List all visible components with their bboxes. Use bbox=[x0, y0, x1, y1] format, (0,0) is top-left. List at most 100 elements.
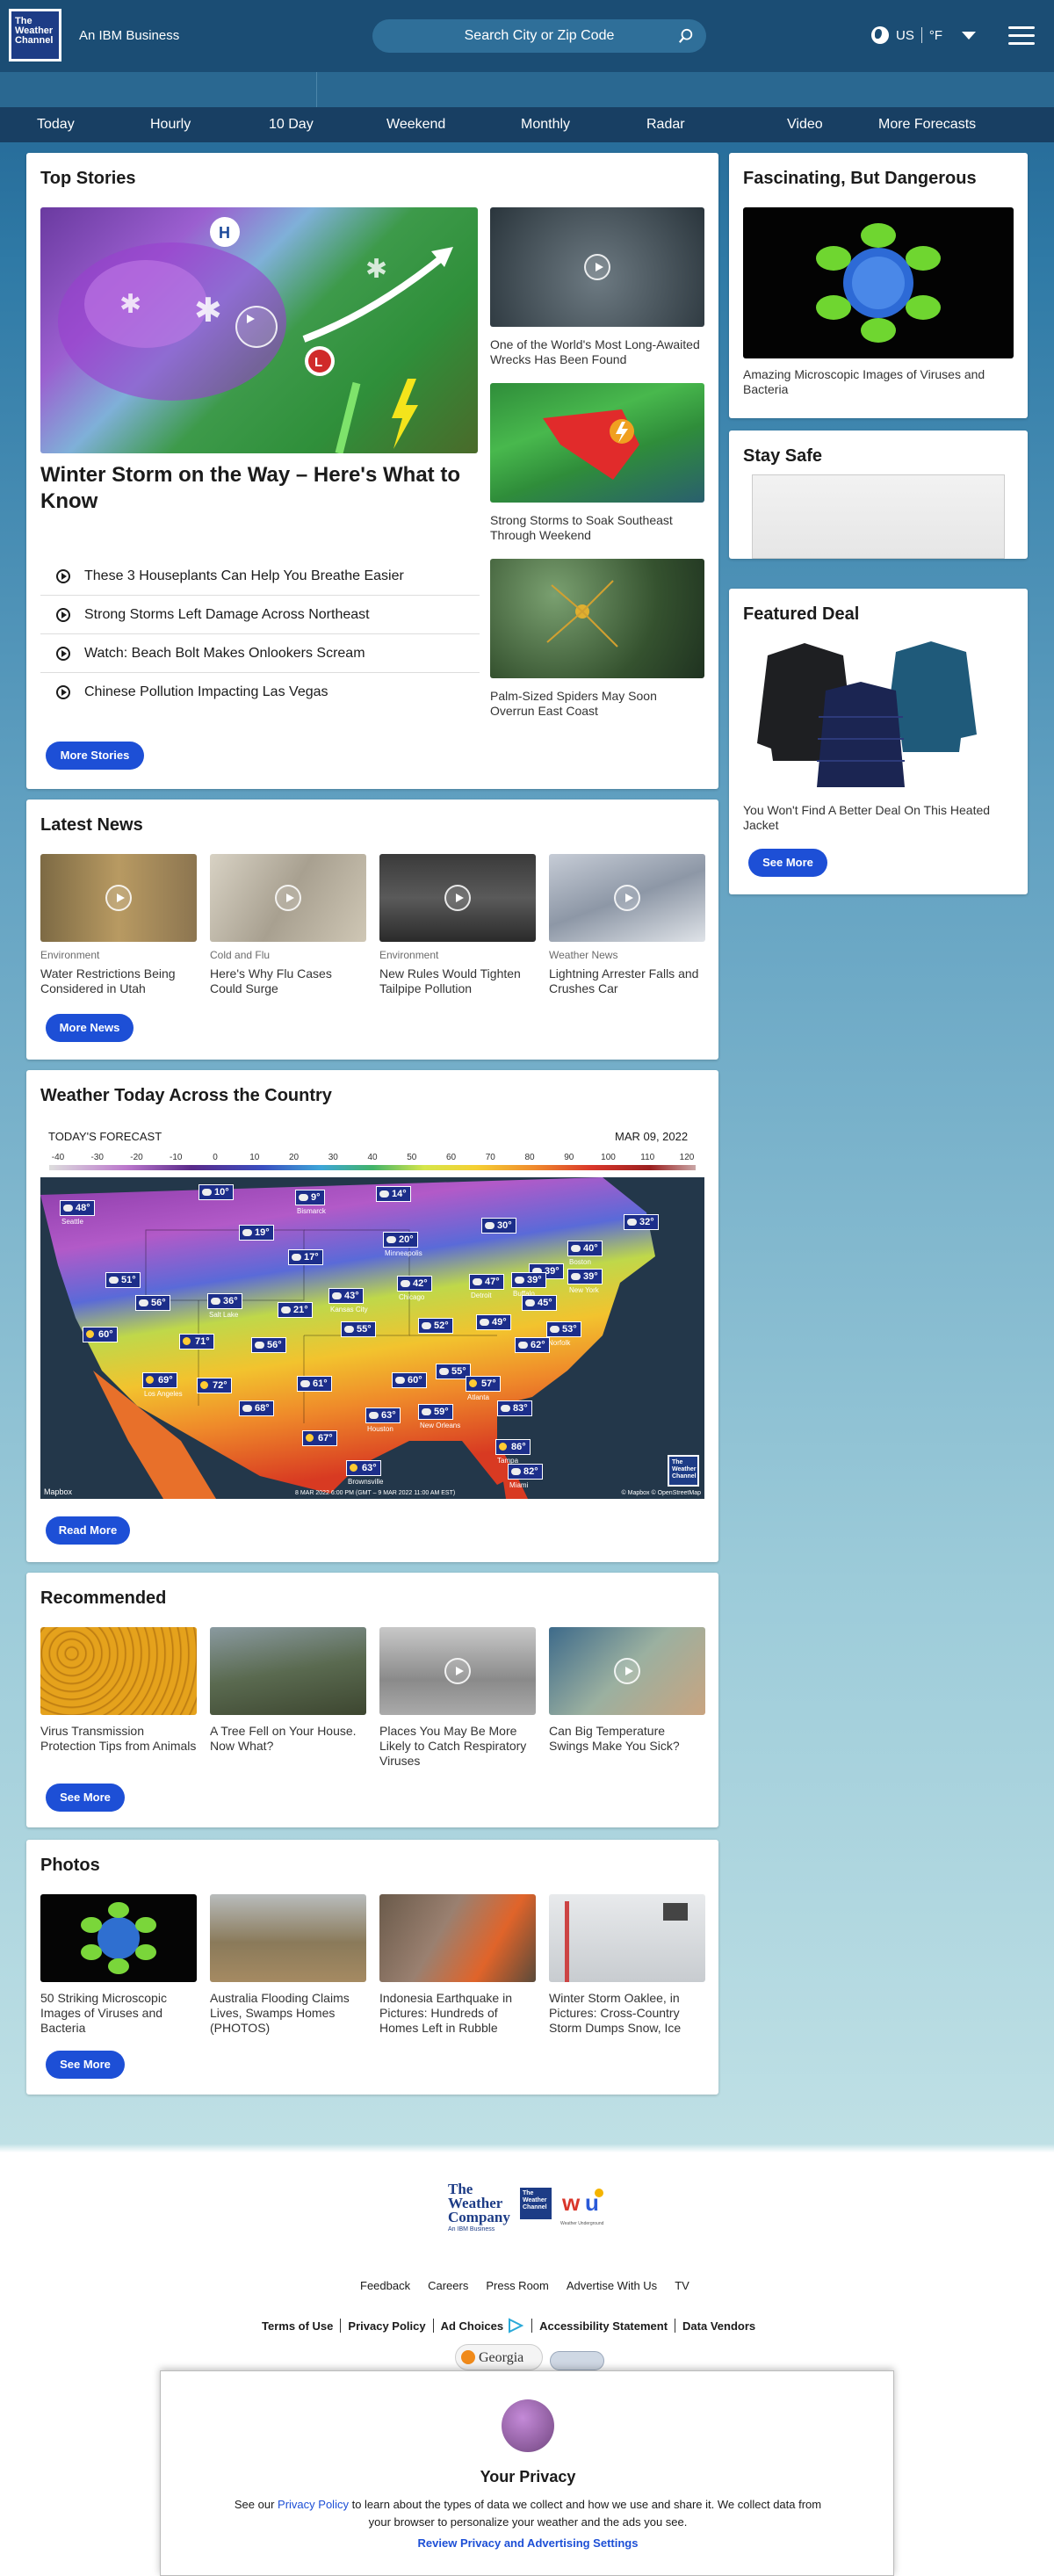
footer-link-ad-choices[interactable]: Ad Choices bbox=[441, 2319, 504, 2333]
weather-underground-logo[interactable]: wu Weather Underground bbox=[560, 2188, 606, 2226]
temperature-marker[interactable]: 56° bbox=[135, 1295, 170, 1311]
temperature-marker[interactable]: 67° bbox=[302, 1430, 337, 1446]
privacy-policy-link[interactable]: Privacy Policy bbox=[278, 2498, 349, 2511]
weather-map[interactable]: 48° Seattle 10° 9° Bismarck 14° 19° 20° Minneapo… bbox=[40, 1177, 704, 1499]
temperature-marker[interactable]: 71° bbox=[179, 1334, 214, 1350]
temperature-marker[interactable]: 9° bbox=[295, 1190, 325, 1205]
side-story-image-wreck[interactable] bbox=[490, 207, 704, 327]
footer-link-advertise[interactable]: Advertise With Us bbox=[567, 2279, 657, 2292]
footer-link-privacy-policy[interactable]: Privacy Policy bbox=[348, 2319, 425, 2333]
temperature-marker[interactable]: 47° bbox=[469, 1274, 504, 1290]
footer-link-feedback[interactable]: Feedback bbox=[360, 2279, 410, 2292]
photo-caption[interactable]: 50 Striking Microscopic Images of Viruse… bbox=[40, 1991, 197, 2036]
temperature-marker[interactable]: 45° bbox=[522, 1295, 557, 1311]
temperature-marker[interactable]: 17° bbox=[288, 1249, 323, 1265]
temperature-marker[interactable]: 51° bbox=[105, 1272, 141, 1288]
news-caption[interactable]: Water Restrictions Being Considered in U… bbox=[40, 966, 197, 996]
see-more-button[interactable]: See More bbox=[46, 1784, 125, 1812]
news-caption[interactable]: Lightning Arrester Falls and Crushes Car bbox=[549, 966, 705, 996]
accessibility-badge-icon[interactable] bbox=[550, 2351, 604, 2370]
temperature-marker[interactable]: 20° bbox=[383, 1232, 418, 1248]
nav-item-more-forecasts[interactable]: More Forecasts bbox=[878, 117, 976, 133]
news-thumb[interactable] bbox=[40, 854, 197, 942]
recommended-caption[interactable]: Virus Transmission Protection Tips from … bbox=[40, 1724, 197, 1754]
locale-selector[interactable]: US °F bbox=[871, 26, 977, 44]
temperature-marker[interactable]: 62° bbox=[515, 1337, 550, 1353]
side-story-image-spider[interactable] bbox=[490, 559, 704, 678]
footer-link-data-vendors[interactable]: Data Vendors bbox=[682, 2319, 755, 2333]
temperature-marker[interactable]: 82° bbox=[508, 1464, 543, 1480]
weather-company-logo[interactable]: The Weather Company bbox=[448, 2182, 510, 2225]
nav-item-10-day[interactable]: 10 Day bbox=[269, 117, 314, 133]
news-thumb[interactable] bbox=[210, 854, 366, 942]
footer-link-accessibility[interactable]: Accessibility Statement bbox=[539, 2319, 668, 2333]
photo-caption[interactable]: Winter Storm Oaklee, in Pictures: Cross-… bbox=[549, 1991, 705, 2036]
recommended-thumb[interactable] bbox=[549, 1627, 705, 1715]
hamburger-menu-icon[interactable] bbox=[1008, 26, 1035, 46]
review-privacy-settings-link[interactable]: Review Privacy and Advertising Settings bbox=[161, 2536, 895, 2550]
temperature-marker[interactable]: 48° bbox=[60, 1200, 95, 1216]
temperature-marker[interactable]: 55° bbox=[341, 1321, 376, 1337]
georgia-badge[interactable]: Georgia bbox=[455, 2344, 543, 2370]
hero-image[interactable]: H L ✱ ✱ ✱ bbox=[40, 207, 478, 453]
story-list-item[interactable]: Strong Storms Left Damage Across Northea… bbox=[40, 596, 480, 634]
jacket-image[interactable] bbox=[755, 638, 1001, 796]
temperature-marker[interactable]: 63° bbox=[365, 1407, 401, 1423]
nav-item-radar[interactable]: Radar bbox=[646, 117, 685, 133]
more-stories-button[interactable]: More Stories bbox=[46, 742, 144, 770]
side-story-image-storm[interactable] bbox=[490, 383, 704, 503]
temperature-marker[interactable]: 36° bbox=[207, 1293, 242, 1309]
temperature-marker[interactable]: 52° bbox=[418, 1318, 453, 1334]
photo-caption[interactable]: Indonesia Earthquake in Pictures: Hundre… bbox=[379, 1991, 536, 2036]
temperature-marker[interactable]: 68° bbox=[239, 1400, 274, 1416]
map-attribution[interactable]: © Mapbox © OpenStreetMap bbox=[622, 1490, 701, 1496]
temperature-marker[interactable]: 63° bbox=[346, 1460, 381, 1476]
temperature-marker[interactable]: 61° bbox=[297, 1376, 332, 1392]
temperature-marker[interactable]: 14° bbox=[376, 1186, 411, 1202]
footer-link-press-room[interactable]: Press Room bbox=[486, 2279, 549, 2292]
news-caption[interactable]: New Rules Would Tighten Tailpipe Polluti… bbox=[379, 966, 536, 996]
footer-link-careers[interactable]: Careers bbox=[428, 2279, 468, 2292]
recommended-thumb[interactable] bbox=[40, 1627, 197, 1715]
see-more-button[interactable]: See More bbox=[748, 849, 827, 877]
news-thumb[interactable] bbox=[379, 854, 536, 942]
play-icon[interactable] bbox=[235, 306, 278, 348]
fascinating-caption[interactable]: Amazing Microscopic Images of Viruses an… bbox=[743, 367, 1014, 397]
temperature-marker[interactable]: 59° bbox=[418, 1404, 453, 1420]
side-story-caption[interactable]: One of the World's Most Long-Awaited Wre… bbox=[490, 337, 704, 367]
temperature-marker[interactable]: 19° bbox=[239, 1225, 274, 1241]
temperature-marker[interactable]: 49° bbox=[476, 1314, 511, 1330]
photo-thumb[interactable] bbox=[210, 1894, 366, 1982]
news-thumb[interactable] bbox=[549, 854, 705, 942]
footer-link-terms[interactable]: Terms of Use bbox=[262, 2319, 333, 2333]
photo-thumb[interactable] bbox=[40, 1894, 197, 1982]
story-list-item[interactable]: Watch: Beach Bolt Makes Onlookers Scream bbox=[40, 634, 480, 673]
more-news-button[interactable]: More News bbox=[46, 1014, 134, 1042]
deal-caption[interactable]: You Won't Find A Better Deal On This Hea… bbox=[743, 803, 1014, 833]
photo-thumb[interactable] bbox=[379, 1894, 536, 1982]
temperature-marker[interactable]: 39° bbox=[567, 1269, 603, 1284]
temperature-marker[interactable]: 42° bbox=[397, 1276, 432, 1292]
temperature-marker[interactable]: 72° bbox=[197, 1378, 232, 1393]
temperature-marker[interactable]: 53° bbox=[546, 1321, 581, 1337]
temperature-marker[interactable]: 56° bbox=[251, 1337, 286, 1353]
read-more-button[interactable]: Read More bbox=[46, 1516, 130, 1545]
temperature-marker[interactable]: 60° bbox=[83, 1327, 118, 1342]
photo-thumb[interactable] bbox=[549, 1894, 705, 1982]
nav-item-today[interactable]: Today bbox=[37, 117, 75, 133]
nav-item-video[interactable]: Video bbox=[787, 117, 823, 133]
see-more-button[interactable]: See More bbox=[46, 2051, 125, 2079]
recommended-caption[interactable]: Places You May Be More Likely to Catch R… bbox=[379, 1724, 536, 1769]
search-icon[interactable] bbox=[678, 28, 694, 44]
temperature-marker[interactable]: 32° bbox=[624, 1214, 659, 1230]
side-story-caption[interactable]: Palm-Sized Spiders May Soon Overrun East… bbox=[490, 689, 704, 719]
temperature-marker[interactable]: 60° bbox=[392, 1372, 427, 1388]
story-list-item[interactable]: Chinese Pollution Impacting Las Vegas bbox=[40, 673, 480, 712]
temperature-marker[interactable]: 43° bbox=[328, 1288, 364, 1304]
footer-link-tv[interactable]: TV bbox=[675, 2279, 689, 2292]
story-list-item[interactable]: These 3 Houseplants Can Help You Breathe… bbox=[40, 557, 480, 596]
nav-item-weekend[interactable]: Weekend bbox=[386, 117, 445, 133]
temperature-marker[interactable]: 30° bbox=[481, 1218, 516, 1234]
temperature-marker[interactable]: 21° bbox=[278, 1302, 313, 1318]
side-story-caption[interactable]: Strong Storms to Soak Southeast Through … bbox=[490, 513, 704, 543]
